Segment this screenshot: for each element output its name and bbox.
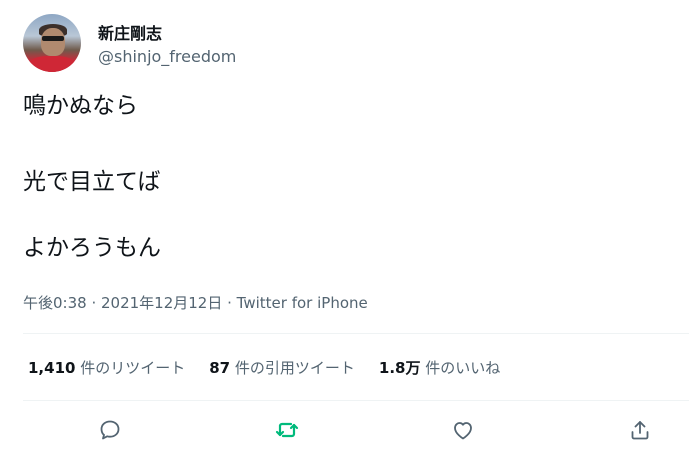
retweet-button[interactable] — [272, 415, 302, 445]
tweet-source[interactable]: Twitter for iPhone — [237, 294, 368, 312]
likes-count: 1.8万 — [378, 359, 421, 377]
avatar-sunglasses — [42, 36, 64, 41]
quotes-stat[interactable]: 87 件の引用ツイート — [209, 357, 355, 378]
quotes-label: 件の引用ツイート — [234, 359, 355, 377]
action-bar — [0, 405, 689, 455]
retweet-icon — [275, 422, 299, 438]
likes-stat[interactable]: 1.8万 件のいいね — [379, 357, 500, 378]
divider — [23, 333, 689, 334]
retweets-count: 1,410 — [28, 359, 76, 377]
tweet-line: 鳴かぬなら — [23, 93, 138, 119]
tweet-meta: 午後0:38 · 2021年12月12日 · Twitter for iPhon… — [23, 292, 368, 313]
engagement-stats: 1,410 件のリツイート 87 件の引用ツイート 1.8万 件のいいね — [28, 357, 500, 378]
like-icon — [454, 422, 472, 440]
retweets-label: 件のリツイート — [80, 359, 186, 377]
display-name[interactable]: 新庄剛志 — [98, 20, 162, 44]
divider — [23, 400, 689, 401]
avatar-shirt — [29, 56, 75, 72]
retweets-stat[interactable]: 1,410 件のリツイート — [28, 357, 185, 378]
share-button[interactable] — [625, 415, 655, 445]
avatar[interactable] — [23, 14, 81, 72]
share-icon — [631, 421, 649, 440]
avatar-face — [41, 28, 65, 56]
tweet-time[interactable]: 午後0:38 — [23, 294, 87, 312]
meta-separator: · — [86, 294, 101, 312]
tweet-line: よかろうもん — [23, 235, 161, 261]
like-button[interactable] — [448, 415, 478, 445]
reply-icon — [100, 420, 120, 440]
likes-label: 件のいいね — [425, 359, 501, 377]
user-handle[interactable]: @shinjo_freedom — [98, 47, 236, 66]
quotes-count: 87 — [209, 359, 231, 377]
tweet-line: 光で目立てば — [23, 169, 161, 195]
tweet-date[interactable]: 2021年12月12日 — [101, 294, 222, 312]
meta-separator: · — [222, 294, 237, 312]
reply-button[interactable] — [95, 415, 125, 445]
